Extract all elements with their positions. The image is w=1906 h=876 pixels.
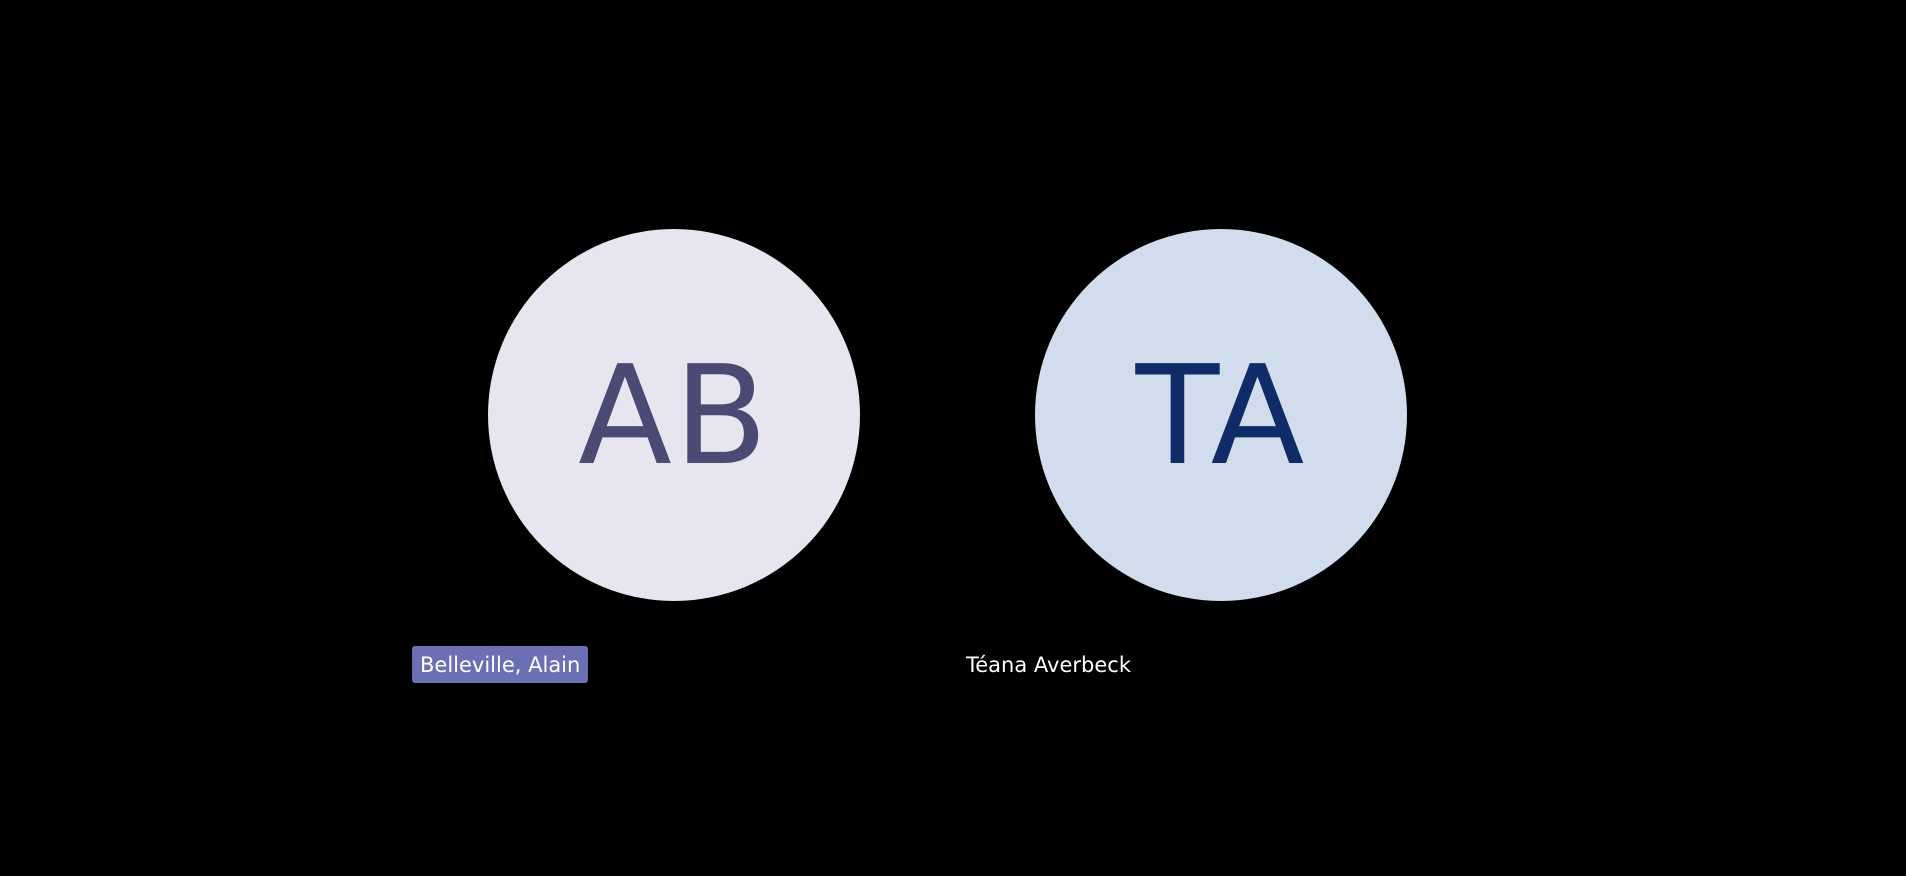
participant-name: Belleville, Alain xyxy=(420,652,581,677)
avatar-initials: TA xyxy=(1135,336,1307,496)
avatar-initials: AB xyxy=(578,336,770,496)
participant-avatar-alain-belleville[interactable]: AB xyxy=(488,229,860,601)
participant-name: Téana Averbeck xyxy=(966,652,1131,677)
participant-name-label: Téana Averbeck xyxy=(966,646,1131,683)
meeting-stage: AB TA Belleville, Alain Téana Averbeck xyxy=(0,0,1906,876)
participant-name-label-active-speaker: Belleville, Alain xyxy=(412,646,589,683)
participant-avatar-teana-averbeck[interactable]: TA xyxy=(1035,229,1407,601)
